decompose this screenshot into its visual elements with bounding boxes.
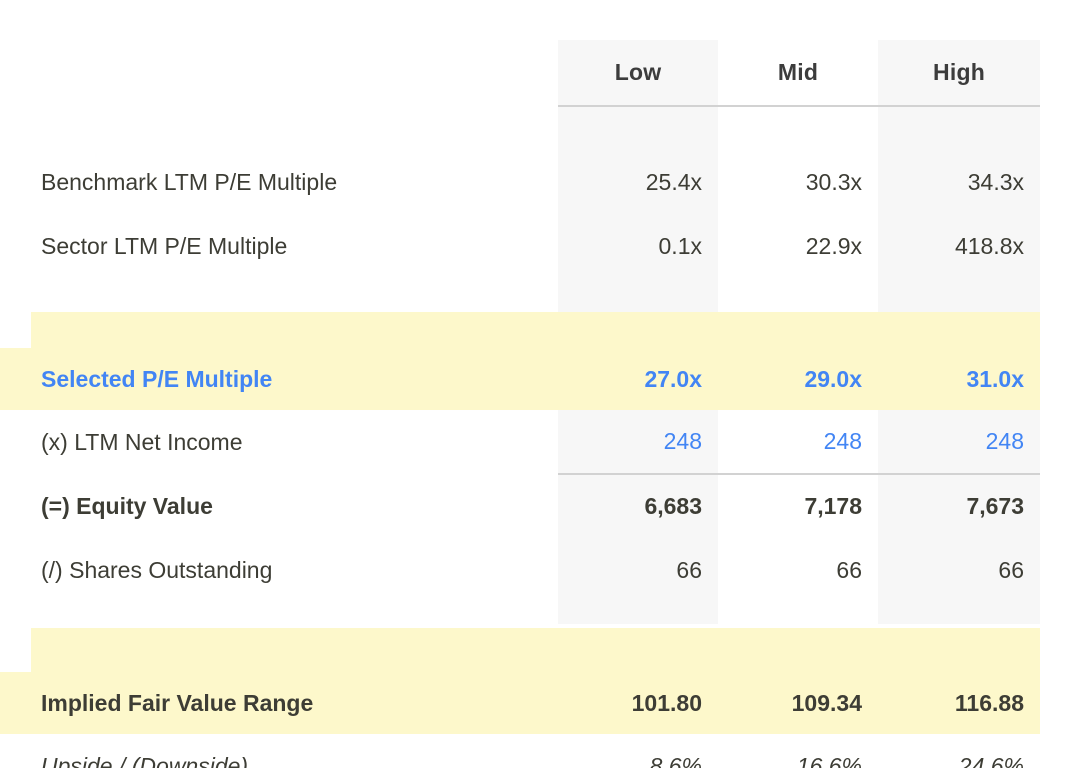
spacer-row: [0, 278, 1040, 348]
row-label-implied-fair-value: Implied Fair Value Range: [0, 672, 558, 734]
table-row: (/) Shares Outstanding 66 66 66: [0, 538, 1040, 602]
table-row: (x) LTM Net Income 248 248 248: [0, 410, 1040, 474]
valuation-table-sheet: Low Mid High Benchmark LTM P/E Multiple …: [0, 0, 1078, 768]
spacer-cell: [0, 106, 558, 150]
cell-shares-outstanding-mid: 66: [836, 556, 862, 583]
cell-sector-pe-low: 0.1x: [658, 232, 702, 259]
cell-equity-value-high: 7,673: [878, 473, 1040, 538]
column-header-high[interactable]: High: [878, 40, 1040, 107]
cell-benchmark-pe-high: 34.3x: [967, 168, 1024, 195]
valuation-table: Low Mid High Benchmark LTM P/E Multiple …: [0, 40, 1040, 768]
column-header-mid[interactable]: Mid: [718, 40, 878, 107]
row-label-ltm-net-income: (x) LTM Net Income: [41, 428, 243, 455]
row-label-selected-pe: Selected P/E Multiple: [0, 348, 558, 410]
column-header-low[interactable]: Low: [558, 40, 718, 107]
table-row-selected-multiple[interactable]: Selected P/E Multiple 27.0x 29.0x 31.0x: [0, 348, 1040, 410]
spacer-cell: [878, 278, 1040, 348]
spacer-cell: [718, 602, 878, 672]
cell-implied-fair-value-low: 101.80: [558, 672, 718, 734]
cell-upside-high: 24.6%: [958, 752, 1024, 768]
table-row-equity-value: (=) Equity Value 6,683 7,178 7,673: [0, 473, 1040, 538]
row-label-sector-pe: Sector LTM P/E Multiple: [41, 232, 288, 259]
spacer-cell: [0, 278, 558, 348]
cell-shares-outstanding-high: 66: [998, 556, 1024, 583]
row-label-shares-outstanding: (/) Shares Outstanding: [41, 556, 273, 583]
cell-selected-pe-high[interactable]: 31.0x: [878, 348, 1040, 410]
header-row: Low Mid High: [0, 40, 1040, 107]
cell-benchmark-pe-mid: 30.3x: [805, 168, 862, 195]
cell-sector-pe-mid: 22.9x: [805, 232, 862, 259]
cell-ltm-net-income-mid[interactable]: 248: [718, 410, 878, 474]
spacer-cell: [0, 602, 558, 672]
cell-equity-value-low: 6,683: [558, 473, 718, 538]
cell-ltm-net-income-high[interactable]: 248: [878, 410, 1040, 474]
row-label-equity-value: (=) Equity Value: [41, 492, 213, 519]
table-row: Sector LTM P/E Multiple 0.1x 22.9x 418.8…: [0, 214, 1040, 278]
cell-implied-fair-value-high: 116.88: [878, 672, 1040, 734]
spacer-row: [0, 602, 1040, 672]
cell-upside-mid: 16.6%: [796, 752, 862, 768]
table-header: Low Mid High: [0, 40, 1040, 107]
spacer-cell: [878, 106, 1040, 150]
spacer-cell: [718, 278, 878, 348]
header-label-blank: [0, 40, 558, 106]
cell-selected-pe-mid[interactable]: 29.0x: [718, 348, 878, 410]
table-row-implied-fair-value: Implied Fair Value Range 101.80 109.34 1…: [0, 672, 1040, 734]
row-label-benchmark-pe: Benchmark LTM P/E Multiple: [41, 168, 338, 195]
spacer-cell: [878, 602, 1040, 672]
row-label-upside-downside: Upside / (Downside): [41, 752, 249, 768]
cell-implied-fair-value-mid: 109.34: [718, 672, 878, 734]
table-row: Benchmark LTM P/E Multiple 25.4x 30.3x 3…: [0, 150, 1040, 214]
cell-ltm-net-income-low[interactable]: 248: [558, 410, 718, 474]
spacer-cell: [558, 106, 718, 150]
cell-benchmark-pe-low: 25.4x: [645, 168, 702, 195]
cell-upside-low: 8.6%: [649, 752, 702, 768]
spacer-cell: [718, 106, 878, 150]
cell-equity-value-mid: 7,178: [718, 473, 878, 538]
spacer-cell: [558, 602, 718, 672]
cell-shares-outstanding-low: 66: [676, 556, 702, 583]
cell-selected-pe-low[interactable]: 27.0x: [558, 348, 718, 410]
spacer-row: [0, 106, 1040, 150]
cell-sector-pe-high: 418.8x: [954, 232, 1024, 259]
spacer-cell: [558, 278, 718, 348]
table-body: Benchmark LTM P/E Multiple 25.4x 30.3x 3…: [0, 106, 1040, 768]
table-row-upside-downside: Upside / (Downside) 8.6% 16.6% 24.6%: [0, 734, 1040, 768]
